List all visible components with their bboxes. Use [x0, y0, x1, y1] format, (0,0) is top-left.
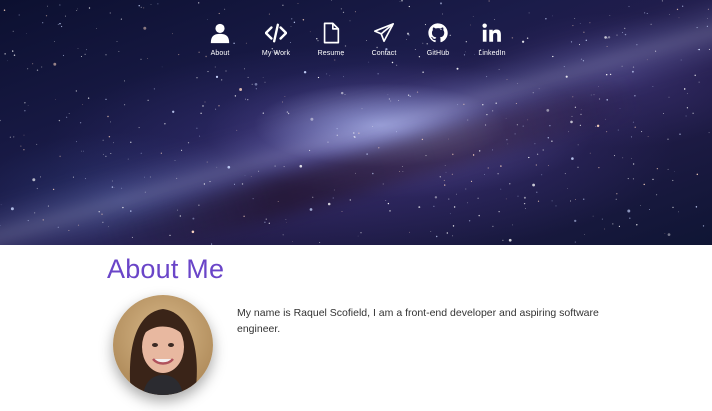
nav-about-label: About — [210, 50, 230, 57]
user-icon — [210, 23, 230, 44]
github-icon — [428, 23, 448, 43]
nav-github-label: GitHub — [426, 50, 450, 57]
top-nav: About My Work Resume Contact GitHub Link… — [0, 22, 712, 62]
code-icon — [265, 23, 287, 43]
nav-contact[interactable]: Contact — [354, 22, 414, 62]
nav-my-work[interactable]: My Work — [246, 22, 306, 62]
bio-text: My name is Raquel Scofield, I am a front… — [237, 307, 599, 335]
hero-banner: About My Work Resume Contact GitHub Link… — [0, 0, 712, 245]
profile-photo — [113, 295, 213, 395]
file-icon — [323, 22, 340, 44]
nav-resume-label: Resume — [317, 50, 345, 57]
nav-resume[interactable]: Resume — [301, 22, 361, 62]
page-title: About Me — [107, 254, 225, 284]
linkedin-icon — [482, 23, 501, 42]
nav-contact-label: Contact — [371, 50, 397, 57]
nav-my-work-label: My Work — [261, 50, 291, 57]
avatar — [113, 295, 213, 395]
nav-about[interactable]: About — [190, 22, 250, 62]
paper-plane-icon — [374, 23, 394, 43]
nav-github[interactable]: GitHub — [408, 22, 468, 62]
nav-linkedin-label: LinkedIn — [478, 50, 506, 57]
nav-linkedin[interactable]: LinkedIn — [462, 22, 522, 62]
